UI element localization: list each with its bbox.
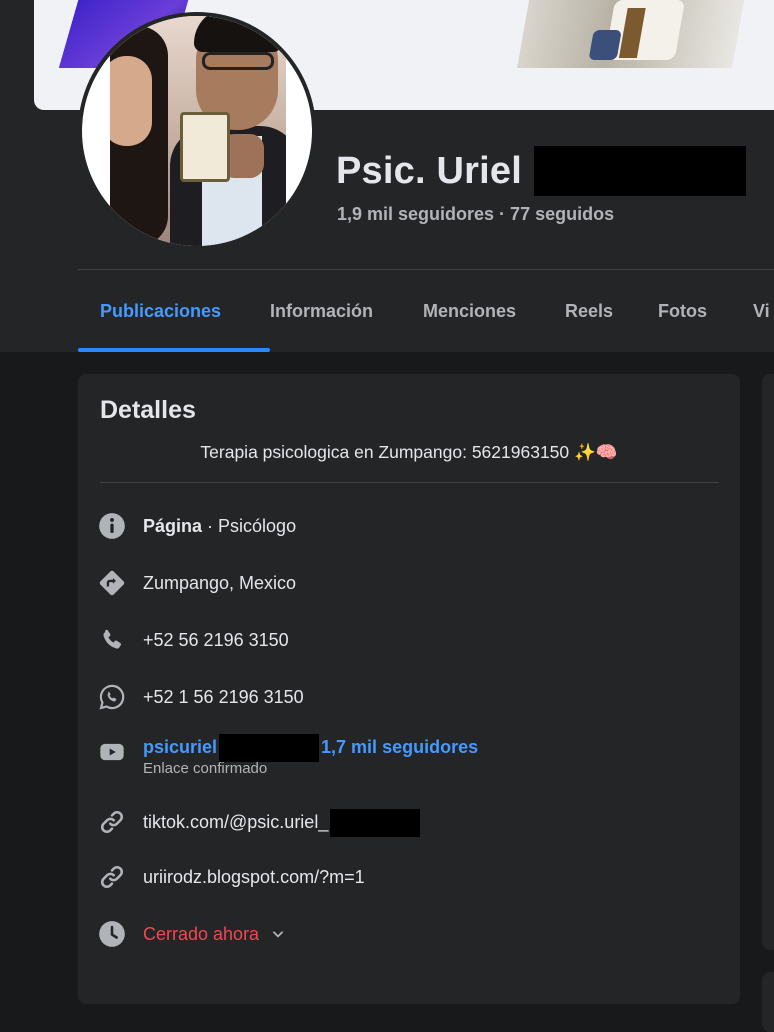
tab-menciones[interactable]: Menciones: [423, 270, 565, 352]
cover-image: [517, 0, 746, 68]
hours-status[interactable]: Cerrado ahora: [143, 924, 259, 944]
redaction-bar: [219, 734, 320, 762]
chevron-down-icon[interactable]: [271, 921, 285, 949]
directions-icon: [98, 569, 126, 597]
page-title: Psic. Uriel: [336, 149, 522, 192]
tab-informacion[interactable]: Información: [270, 270, 423, 352]
details-divider: [100, 482, 719, 483]
blog-row[interactable]: uriirodz.blogspot.com/?m=1: [98, 863, 365, 891]
youtube-followers[interactable]: 1,7 mil seguidores: [321, 737, 478, 757]
phone-icon: [98, 626, 126, 654]
tab-publicaciones[interactable]: Publicaciones: [78, 270, 270, 352]
tab-reels[interactable]: Reels: [565, 270, 658, 352]
followers-count[interactable]: 1,9 mil seguidores · 77 seguidos: [337, 204, 614, 225]
tab-videos[interactable]: Vi: [753, 270, 774, 352]
link-icon: [98, 808, 126, 836]
phone-number: +52 56 2196 3150: [143, 630, 289, 650]
link-confirmed-note: Enlace confirmado: [143, 760, 268, 777]
page-category: · Psicólogo: [202, 516, 297, 536]
side-card: [762, 972, 774, 1032]
link-icon: [98, 863, 126, 891]
hours-row[interactable]: Cerrado ahora: [98, 920, 285, 949]
bio-text: Terapia psicologica en Zumpango: 5621963…: [200, 442, 618, 462]
whatsapp-link[interactable]: +52 1 56 2196 3150: [143, 683, 304, 711]
redaction-bar: [330, 809, 421, 838]
details-card: Detalles Terapia psicologica en Zumpango…: [78, 374, 740, 1004]
youtube-row[interactable]: psicuriel 1,7 mil seguidores Enlace confi…: [98, 734, 478, 778]
youtube-icon: [98, 738, 126, 766]
profile-name-row: Psic. Uriel: [336, 146, 746, 196]
whatsapp-icon: [98, 683, 126, 711]
profile-photo: [110, 16, 286, 246]
details-title: Detalles: [100, 396, 196, 424]
profile-avatar[interactable]: [78, 12, 316, 250]
blog-link[interactable]: uriirodz.blogspot.com/?m=1: [143, 863, 365, 891]
youtube-handle[interactable]: psicuriel: [143, 737, 217, 757]
whatsapp-row[interactable]: +52 1 56 2196 3150: [98, 683, 304, 711]
phone-row[interactable]: +52 56 2196 3150: [98, 626, 289, 654]
category-row: Página · Psicólogo: [98, 512, 296, 540]
address-text: Zumpango, Mexico: [143, 573, 297, 593]
tiktok-link[interactable]: tiktok.com/@psic.uriel_: [143, 812, 328, 832]
redaction-bar: [533, 146, 746, 196]
address-row[interactable]: Zumpango, Mexico: [98, 569, 296, 597]
clock-icon: [98, 920, 126, 948]
side-card: [762, 374, 774, 950]
tab-fotos[interactable]: Fotos: [658, 270, 753, 352]
page-type-label: Página: [143, 516, 203, 536]
profile-tabs: Publicaciones Información Menciones Reel…: [78, 270, 774, 352]
info-icon: [98, 512, 126, 540]
tiktok-row[interactable]: tiktok.com/@psic.uriel_: [98, 808, 421, 838]
